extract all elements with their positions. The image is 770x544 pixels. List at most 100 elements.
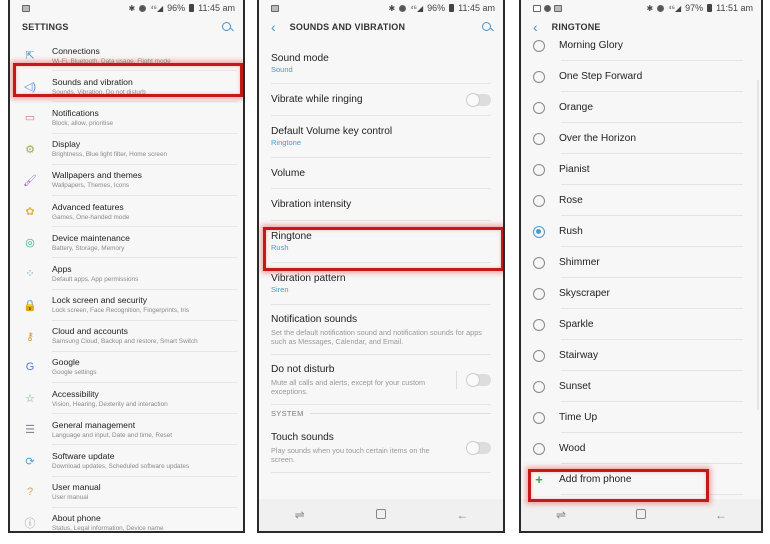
setting-touch-sounds[interactable]: Touch sounds Play sounds when you touch c… [259,423,503,473]
ringtone-option[interactable]: Morning Glory [521,30,761,61]
apps-icon: ⁘ [25,268,35,281]
home-button[interactable] [366,508,396,522]
ringtone-option[interactable]: Sunset [521,371,761,402]
setting-value: Sound [271,64,293,74]
ringtone-option[interactable]: One Step Forward [521,61,761,92]
settings-item-label: Lock screen and security [52,295,148,306]
setting-vibration-pattern[interactable]: Vibration pattern Siren [259,263,503,305]
ringtone-option[interactable]: Sparkle [521,309,761,340]
back-icon[interactable]: ← [706,508,736,522]
settings-item-accessibility[interactable]: ☆ Accessibility Vision, Hearing, Dexterity… [10,383,243,415]
add-from-phone-button[interactable]: + Add from phone [521,464,761,495]
settings-item-software-update[interactable]: ⟳ Software update Download updates, Schedu… [10,445,243,477]
settings-item-subtitle: Block, allow, prioritise [52,119,114,127]
settings-item-connections[interactable]: ⇱ Connections Wi-Fi, Bluetooth, Data usage… [10,40,243,72]
setting-default-volume-key-control[interactable]: Default Volume key control Ringtone [259,116,503,158]
setting-volume[interactable]: Volume [259,158,503,190]
settings-item-display[interactable]: ⚙ Display Brightness, Blue light filter, H… [10,134,243,165]
radio-button[interactable] [533,411,545,424]
ringtone-label: Orange [559,102,593,113]
settings-item-device-maintenance[interactable]: ◎ Device maintenance Battery, Storage, Mem… [10,227,243,259]
mail-notification-icon [533,4,541,12]
toggle-switch[interactable] [466,92,491,107]
setting-do-not-disturb[interactable]: Do not disturb Mute all calls and alerts,… [259,355,503,405]
ringtone-option[interactable]: Shimmer [521,247,761,278]
setting-notification-sounds[interactable]: Notification sounds Set the default notif… [259,305,503,355]
ringtone-label: Skyscraper [559,288,610,299]
toggle-switch[interactable] [466,372,491,387]
settings-item-cloud-and-accounts[interactable]: ⚷ Cloud and accounts Samsung Cloud, Backup… [10,321,243,353]
search-icon[interactable] [482,21,493,33]
settings-item-apps[interactable]: ⁘ Apps Default apps, App permissions [10,258,243,290]
ringtone-option[interactable]: Time Up [521,402,761,433]
setting-label: Do not disturb [271,363,335,375]
settings-item-label: Notifications [52,107,99,118]
google-icon: G [25,361,35,374]
home-button[interactable] [626,508,656,522]
settings-item-wallpapers-and-themes[interactable]: 🖌 Wallpapers and themes Wallpapers, Themes… [10,165,243,197]
ringtone-option[interactable]: Skyscraper [521,278,761,309]
setting-text: Vibrate while ringing [271,93,363,106]
setting-ringtone[interactable]: Ringtone Rush [259,221,503,263]
ringtone-option[interactable]: Stairway [521,340,761,371]
settings-item-text: Display Brightness, Blue light filter, Ho… [52,139,167,159]
settings-item-lock-screen-and-security[interactable]: 🔒 Lock screen and security Lock screen, Fa… [10,290,243,321]
scrollbar[interactable] [757,80,759,410]
app-bar: SETTINGS [10,16,243,38]
settings-item-text: Wallpapers and themes Wallpapers, Themes,… [52,170,142,190]
settings-item-label: Sounds and vibration [52,76,133,87]
ringtone-option[interactable]: Orange [521,92,761,123]
settings-item-text: Device maintenance Battery, Storage, Memo… [52,233,130,253]
radio-button[interactable] [533,256,545,269]
back-arrow-icon[interactable]: ‹ [271,20,276,34]
setting-sound-mode[interactable]: Sound mode Sound [259,42,503,84]
setting-label: Volume [271,167,305,179]
setting-vibration-intensity[interactable]: Vibration intensity [259,189,503,221]
ringtone-option[interactable]: Over the Horizon [521,123,761,154]
battery-icon [189,4,195,12]
ringtone-option[interactable]: Pianist [521,154,761,185]
setting-vibrate-while-ringing[interactable]: Vibrate while ringing [259,84,503,116]
recents-icon[interactable]: ⇌ [546,508,576,522]
ringtone-screen: ✱ ⁴⁶◢ 97% 11:51 am ‹ RINGTONE Morning Gl… [519,0,763,533]
radio-button[interactable] [533,39,545,52]
ringtone-label: Rose [559,195,583,206]
settings-item-text: Lock screen and security Lock screen, Fac… [52,295,189,315]
radio-button[interactable] [533,194,545,207]
settings-item-user-manual[interactable]: ? User manual User manual [10,477,243,509]
ringtone-option[interactable]: Wood [521,433,761,464]
radio-button[interactable] [533,132,545,145]
radio-button[interactable] [533,442,545,455]
software-update-icon: ⟳ [25,455,35,468]
ringtone-option[interactable]: Rush [521,216,761,247]
radio-button[interactable] [533,349,545,362]
settings-item-about-phone[interactable]: ⓘ About phone Status, Legal information, D… [10,508,243,531]
settings-item-subtitle: Wallpapers, Themes, Icons [52,182,130,190]
radio-button[interactable] [533,163,545,176]
radio-button[interactable] [533,225,545,238]
key-icon: ⚷ [25,330,35,343]
settings-item-label: Connections [52,45,100,56]
bluetooth-icon: ✱ [128,3,136,13]
radio-button[interactable] [533,380,545,393]
recents-icon[interactable]: ⇌ [285,508,315,522]
ringtone-label: Pianist [559,164,590,175]
settings-item-advanced-features[interactable]: ✿ Advanced features Games, One-handed mode [10,196,243,228]
settings-item-google[interactable]: G Google Google settings [10,352,243,384]
radio-button[interactable] [533,101,545,114]
ringtone-option[interactable]: Rose [521,185,761,216]
ringtone-label: Time Up [559,412,598,423]
toggle-switch[interactable] [466,440,491,455]
settings-item-sounds-and-vibration[interactable]: ◁) Sounds and vibration Sounds, Vibration,… [10,71,243,103]
back-icon[interactable]: ← [447,508,477,522]
settings-item-general-management[interactable]: ☰ General management Language and input, D… [10,414,243,446]
radio-button[interactable] [533,287,545,300]
app-bar: ‹ SOUNDS AND VIBRATION [259,16,503,38]
search-icon[interactable] [222,21,233,33]
setting-text: Default Volume key control Ringtone [271,125,392,148]
radio-button[interactable] [533,318,545,331]
settings-list: ⇱ Connections Wi-Fi, Bluetooth, Data usage… [10,40,243,531]
settings-item-notifications[interactable]: ▭ Notifications Block, allow, prioritise [10,102,243,134]
clock: 11:45 am [458,3,495,13]
radio-button[interactable] [533,70,545,83]
